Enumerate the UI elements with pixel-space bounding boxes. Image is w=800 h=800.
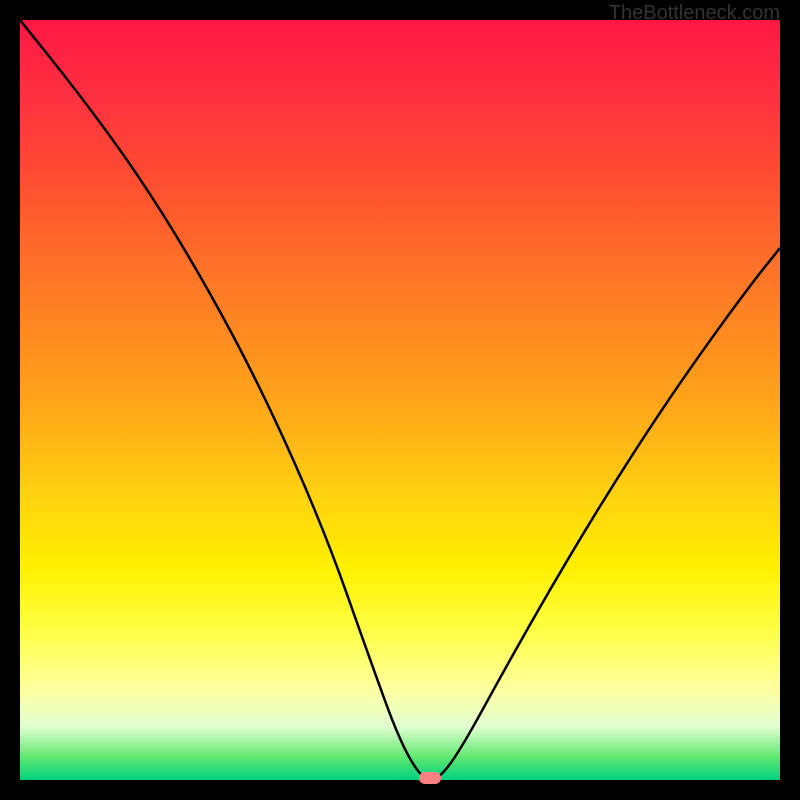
chart-frame: TheBottleneck.com xyxy=(0,0,800,800)
bottleneck-curve xyxy=(20,20,780,780)
watermark-text: TheBottleneck.com xyxy=(609,2,780,25)
plot-area xyxy=(20,20,780,780)
optimal-marker xyxy=(419,772,441,784)
